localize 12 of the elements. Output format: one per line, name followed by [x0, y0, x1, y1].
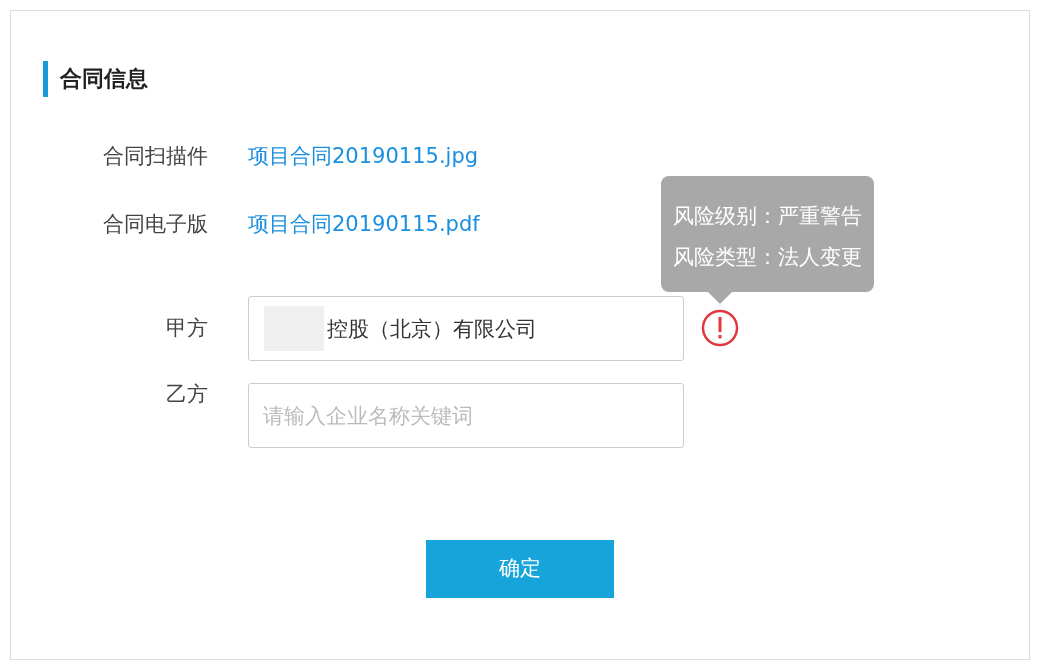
field-label: 甲方	[165, 314, 208, 342]
input-field[interactable]: 请输入企业名称关键词	[248, 383, 684, 448]
tooltip-text: 风险级别：严重警告	[673, 203, 862, 230]
input-field[interactable]: 控股（北京）有限公司	[248, 296, 684, 361]
file-link[interactable]: 项目合同20190115.jpg	[248, 141, 479, 173]
tooltip-text: 风险类型：法人变更	[673, 244, 862, 271]
confirm-button[interactable]: 确定	[426, 540, 614, 598]
section-title: 合同信息	[43, 61, 997, 97]
field-label: 合同电子版	[102, 210, 208, 238]
field-label: 合同扫描件	[102, 143, 208, 170]
field-label: 乙方	[165, 381, 208, 408]
file-link[interactable]: 项目合同20190115.pdf	[248, 208, 480, 240]
